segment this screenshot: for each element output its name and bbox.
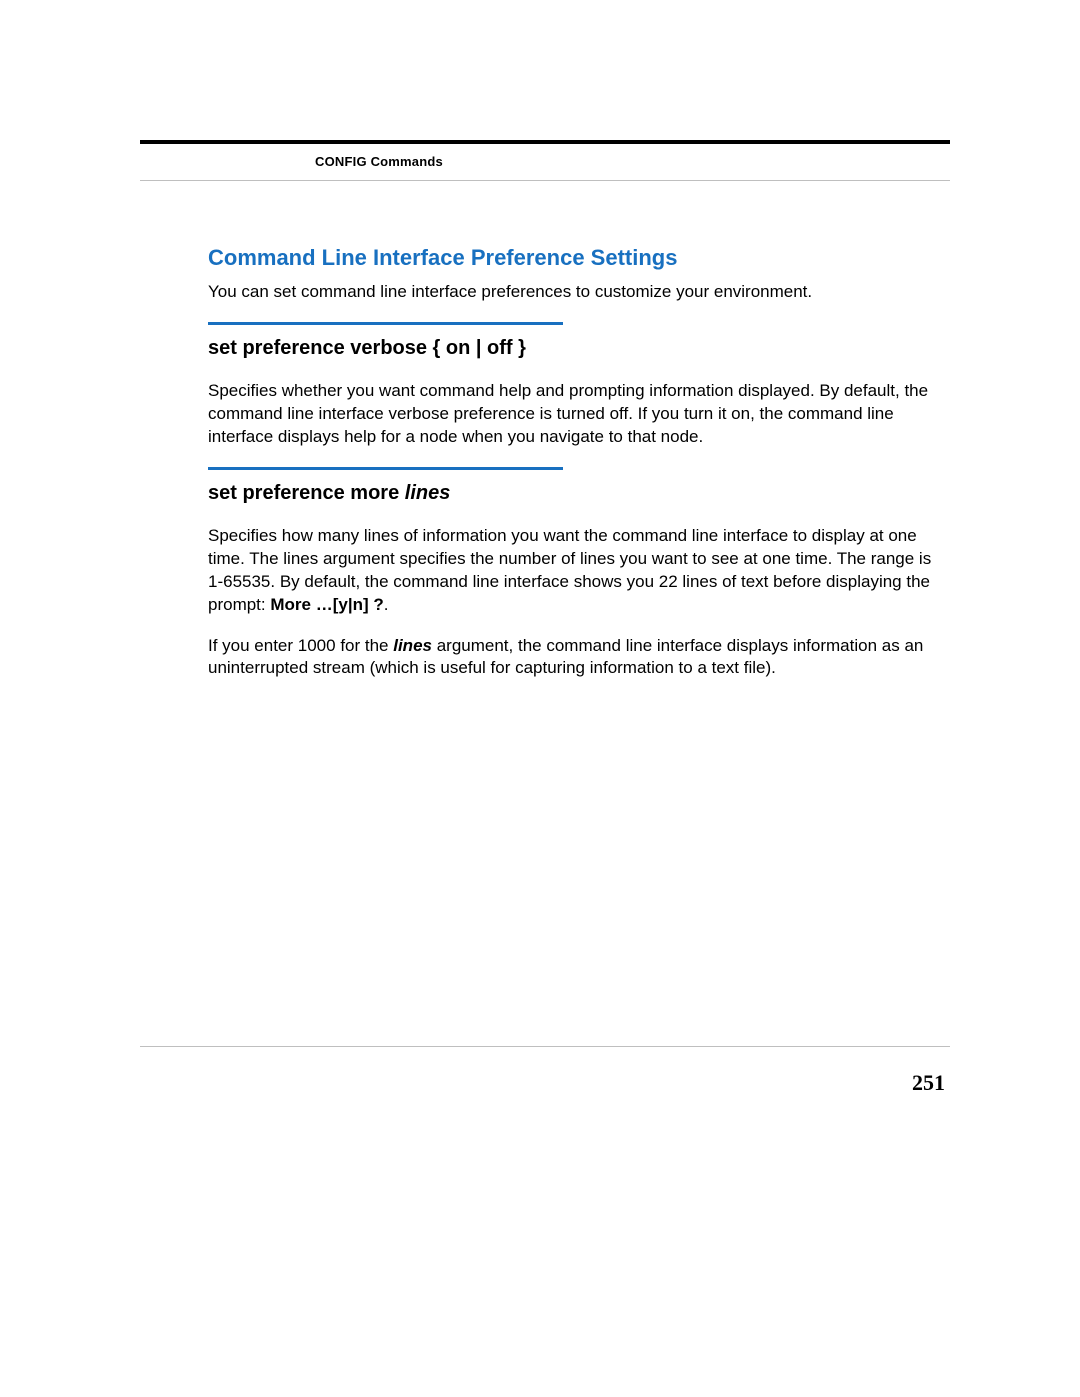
command-heading-more-prefix: set preference more bbox=[208, 482, 405, 504]
prompt-bold: More …[y|n] ? bbox=[270, 595, 383, 614]
command-verbose-description: Specifies whether you want command help … bbox=[208, 380, 935, 449]
page-number: 251 bbox=[912, 1070, 945, 1096]
command-heading-more: set preference more lines bbox=[208, 482, 935, 505]
command-more-description-2: If you enter 1000 for the lines argument… bbox=[208, 635, 935, 681]
footer-hairline bbox=[140, 1046, 950, 1047]
header-hairline bbox=[140, 180, 950, 181]
text-span: . bbox=[384, 595, 389, 614]
lines-arg: lines bbox=[393, 636, 432, 655]
top-rule bbox=[140, 140, 950, 144]
running-head: CONFIG Commands bbox=[315, 154, 443, 169]
command-heading-more-arg: lines bbox=[405, 482, 451, 504]
command-more-description-1: Specifies how many lines of information … bbox=[208, 525, 935, 617]
divider-rule bbox=[208, 322, 563, 325]
section-lead: You can set command line interface prefe… bbox=[208, 281, 935, 304]
command-heading-verbose: set preference verbose { on | off } bbox=[208, 337, 935, 360]
page: CONFIG Commands Command Line Interface P… bbox=[0, 0, 1080, 1397]
section-title: Command Line Interface Preference Settin… bbox=[208, 245, 935, 271]
divider-rule bbox=[208, 467, 563, 470]
text-span: If you enter 1000 for the bbox=[208, 636, 393, 655]
content-area: Command Line Interface Preference Settin… bbox=[208, 245, 935, 698]
